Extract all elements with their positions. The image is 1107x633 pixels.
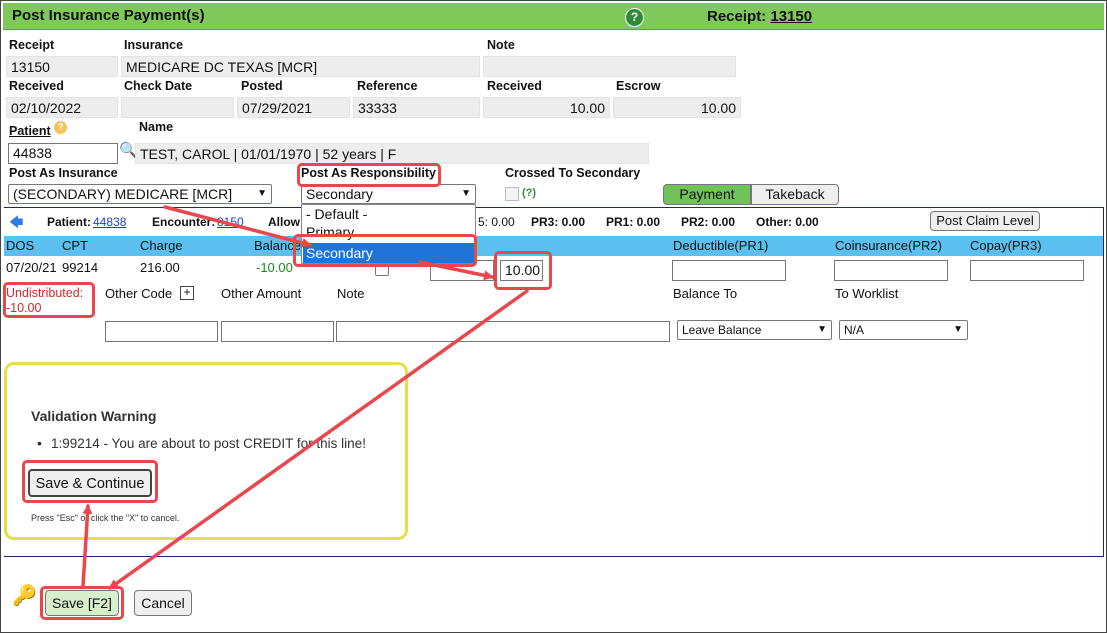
- arrow-save-to-continue: [81, 504, 93, 588]
- arrow-option-to-payment: [418, 260, 494, 281]
- arrow-payment-to-save: [108, 289, 529, 590]
- annotation-arrows: [81, 205, 529, 590]
- arrow-insurance-to-option: [163, 205, 312, 248]
